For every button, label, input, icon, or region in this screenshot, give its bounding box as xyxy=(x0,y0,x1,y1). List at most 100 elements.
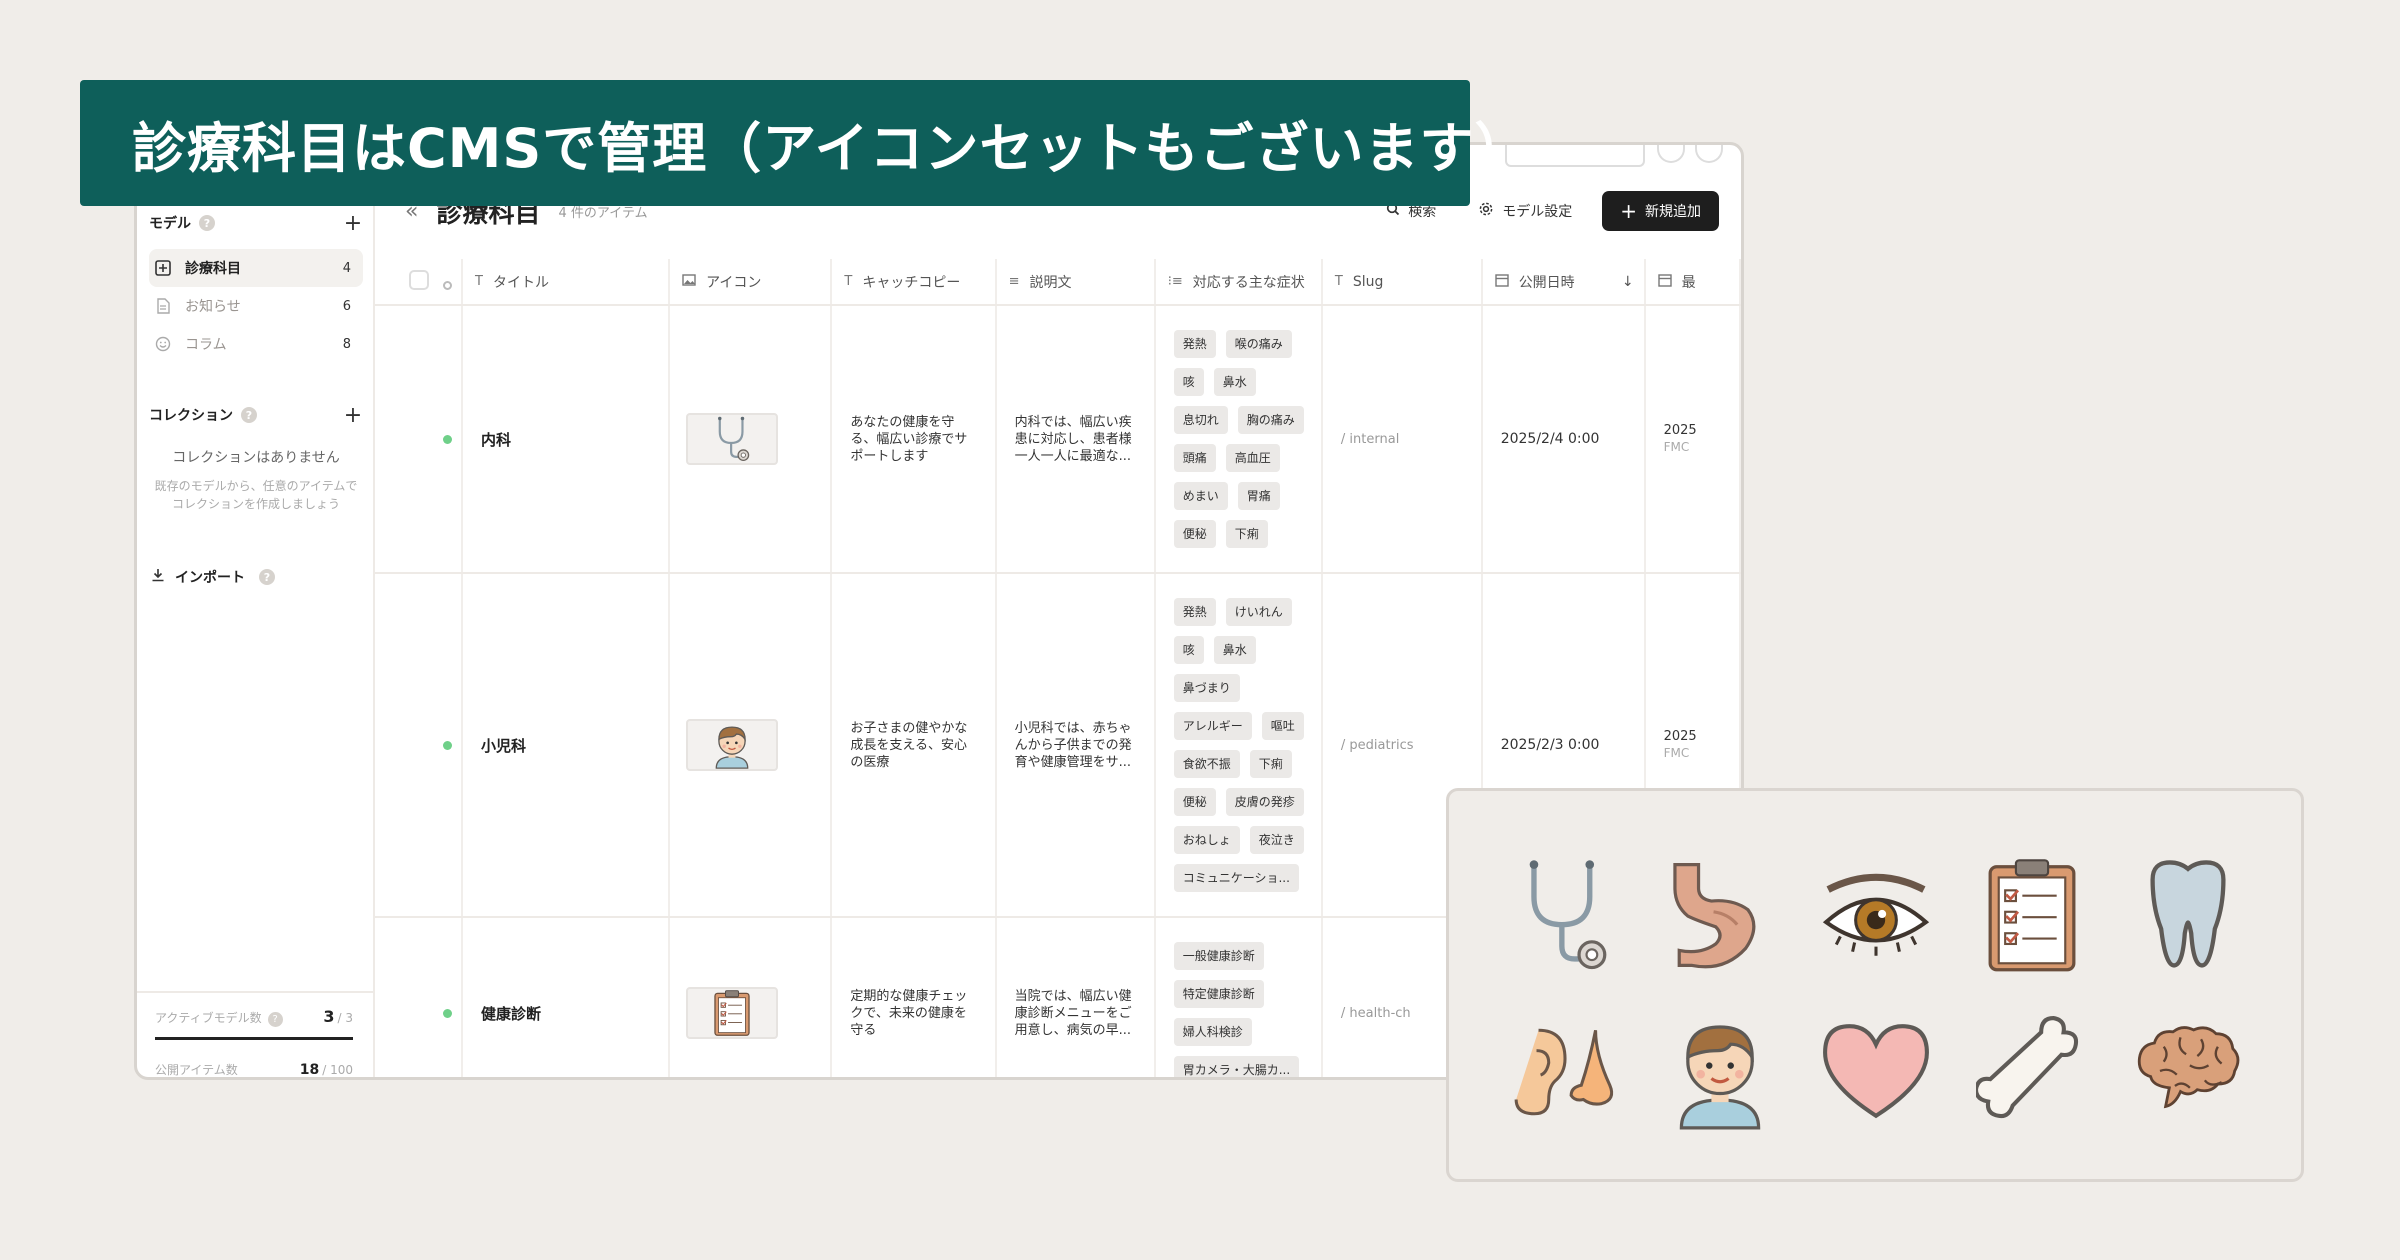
import-section[interactable]: インポート ? xyxy=(149,563,363,591)
icon-set-item xyxy=(1645,993,1795,1149)
add-new-button[interactable]: + 新規追加 xyxy=(1602,191,1719,231)
symptoms-cell[interactable]: 発熱 喉の痛み咳鼻水 息切れ 胸の痛み 頭痛 高血圧 めまい 胃痛 便秘 下痢 xyxy=(1154,305,1323,574)
heart-icon xyxy=(1820,1012,1932,1130)
active-models-total: / 3 xyxy=(337,1011,354,1025)
usage-stats: アクティブモデル数 ? 3 / 3 公開アイテム数 18 / 100 xyxy=(137,991,373,1077)
gear-icon xyxy=(1478,201,1494,221)
catchcopy-cell[interactable]: 定期的な健康チェッ クで、未来の健康を 守る xyxy=(831,917,997,1077)
stethoscope-icon xyxy=(710,415,754,463)
model-settings-label: モデル設定 xyxy=(1502,204,1573,220)
symptom-tag: コミュニケーショ... xyxy=(1173,864,1299,892)
icon-set-item xyxy=(1801,993,1951,1149)
description-cell[interactable]: 小児科では、赤ちゃ んから子供までの発 育や健康管理をサ... xyxy=(995,573,1156,918)
sort-arrow-icon[interactable]: ↓ xyxy=(1622,274,1634,290)
symptom-tag: 胃カメラ・大腸カ... xyxy=(1173,1056,1300,1077)
symptom-tag: 鼻づまり xyxy=(1173,674,1240,702)
column-symptoms[interactable]: ⁝≡ 対応する主な症状 xyxy=(1154,259,1323,306)
status-column-icon xyxy=(443,280,452,290)
column-publish-date[interactable]: 公開日時 ↓ xyxy=(1481,259,1646,306)
collections-empty-desc: 既存のモデルから、任意のアイテムで xyxy=(154,479,358,493)
table-header-row: T タイトル アイコン T キャッチコピー ≡ 説明文 ⁝≡ 対応する主な症状 T Slu… xyxy=(375,259,1741,306)
help-icon[interactable]: ? xyxy=(241,407,257,423)
icon-thumbnail[interactable] xyxy=(686,987,779,1039)
symptoms-cell[interactable]: 発熱 けいれん咳鼻水 鼻づまり アレルギー 嘔吐 食欲不振 下痢 便秘 皮膚の発疹 おねしょ 夜泣き… xyxy=(1154,573,1323,918)
sidebar-item-oshirase[interactable]: お知らせ 6 xyxy=(149,287,363,325)
symptoms-cell[interactable]: 一般健康診断 特定健康診断 婦人科検診 胃カメラ・大腸カ... xyxy=(1154,917,1323,1077)
table-row[interactable]: 内科 あなたの健康を守 る、幅広い診療でサ ポートします 内科では、幅広い疾 患に対応… xyxy=(375,305,1741,574)
symptom-tag: 食欲不振 xyxy=(1173,750,1240,778)
sidebar-item-shinryo[interactable]: 診療科目 4 xyxy=(149,249,363,287)
column-next[interactable]: 最 xyxy=(1644,259,1741,306)
icon-set-item xyxy=(1645,837,1795,993)
next-column-cell[interactable]: 2025 FMC xyxy=(1644,305,1741,574)
add-collection-button[interactable]: + xyxy=(343,403,363,428)
symptom-tag: 咳 xyxy=(1173,636,1204,664)
tooth-icon xyxy=(2132,856,2244,974)
paragraph-type-icon: ≡ xyxy=(1008,274,1020,289)
symptom-tag: 婦人科検診 xyxy=(1173,1018,1252,1046)
download-icon xyxy=(151,568,165,586)
bone-icon xyxy=(1973,1012,2088,1130)
column-icon[interactable]: アイコン xyxy=(669,259,833,306)
symptom-tag: 胃痛 xyxy=(1237,482,1280,510)
help-icon[interactable]: ? xyxy=(259,569,275,585)
symptom-tag: 便秘 xyxy=(1173,520,1216,548)
stomach-icon xyxy=(1664,856,1776,974)
collections-empty-desc: コレクションを作成しましょう xyxy=(171,497,340,511)
smile-icon xyxy=(153,334,173,354)
symptom-tag: 便秘 xyxy=(1173,788,1216,816)
description-cell[interactable]: 当院では、幅広い健 康診断メニューをご 用意し、病気の早... xyxy=(995,917,1156,1077)
sidebar-item-label: コラム xyxy=(185,337,227,353)
column-catchcopy[interactable]: T キャッチコピー xyxy=(831,259,997,306)
column-slug[interactable]: T Slug xyxy=(1321,259,1483,306)
active-models-progress xyxy=(155,1037,353,1040)
symptom-tag: 発熱 xyxy=(1173,330,1216,358)
plus-icon: + xyxy=(1620,199,1637,223)
active-models-label: アクティブモデル数 xyxy=(155,1011,262,1025)
help-icon[interactable]: ? xyxy=(267,1012,283,1027)
column-title[interactable]: T タイトル xyxy=(462,259,671,306)
symptom-tag: 高血圧 xyxy=(1225,444,1280,472)
status-published-dot xyxy=(443,1008,452,1018)
description-cell[interactable]: 内科では、幅広い疾 患に対応し、患者様 一人一人に最適な... xyxy=(995,305,1156,574)
add-model-button[interactable]: + xyxy=(343,211,363,236)
help-icon[interactable]: ? xyxy=(199,215,215,231)
title-cell[interactable]: 健康診断 xyxy=(462,917,671,1077)
symptom-tag: 特定健康診断 xyxy=(1173,980,1264,1008)
public-items-label: 公開アイテム数 xyxy=(155,1063,238,1077)
symptom-tag: 頭痛 xyxy=(1173,444,1216,472)
publish-date-cell[interactable]: 2025/2/4 0:00 xyxy=(1481,305,1646,574)
list-type-icon: ⁝≡ xyxy=(1167,274,1183,289)
import-label: インポート xyxy=(175,570,245,586)
plus-box-icon xyxy=(153,258,173,278)
model-settings-button[interactable]: モデル設定 xyxy=(1478,201,1572,221)
title-cell[interactable]: 小児科 xyxy=(462,573,671,918)
calendar-icon xyxy=(1494,273,1509,291)
symptom-tag: 嘔吐 xyxy=(1261,712,1304,740)
models-section: モデル ? + 診療科目 4 お知らせ 6 コラム 8 xyxy=(149,209,363,363)
headline-banner: 診療科目はCMSで管理（アイコンセットもございます） xyxy=(80,80,1529,206)
child-icon xyxy=(1664,1012,1776,1130)
symptom-tag: おねしょ xyxy=(1173,826,1240,854)
icon-set-item xyxy=(1489,837,1639,993)
catchcopy-cell[interactable]: お子さまの健やかな 成長を支える、安心 の医療 xyxy=(831,573,997,918)
slug-cell[interactable]: / internal xyxy=(1321,305,1483,574)
calendar-icon xyxy=(1657,273,1672,291)
public-items-value: 18 xyxy=(299,1062,320,1078)
icon-set-panel xyxy=(1446,788,2304,1182)
sidebar-item-column[interactable]: コラム 8 xyxy=(149,325,363,363)
symptom-tag: 下痢 xyxy=(1225,520,1268,548)
symptom-tag: 下痢 xyxy=(1249,750,1292,778)
column-description[interactable]: ≡ 説明文 xyxy=(995,259,1156,306)
item-count-badge: 4 xyxy=(342,260,351,276)
sidebar-item-label: お知らせ xyxy=(185,299,241,315)
child-icon xyxy=(710,721,754,769)
select-all-checkbox[interactable] xyxy=(409,269,429,290)
icon-thumbnail[interactable] xyxy=(686,413,779,465)
title-cell[interactable]: 内科 xyxy=(462,305,671,574)
catchcopy-cell[interactable]: あなたの健康を守 る、幅広い診療でサ ポートします xyxy=(831,305,997,574)
icon-thumbnail[interactable] xyxy=(686,719,779,771)
collections-section: コレクション ? + コレクションはありません 既存のモデルから、任意のアイテム… xyxy=(149,401,363,513)
symptom-tag: 皮膚の発疹 xyxy=(1225,788,1304,816)
sidebar: モデル ? + 診療科目 4 お知らせ 6 コラム 8 コレクション ? + コ… xyxy=(137,145,375,1077)
